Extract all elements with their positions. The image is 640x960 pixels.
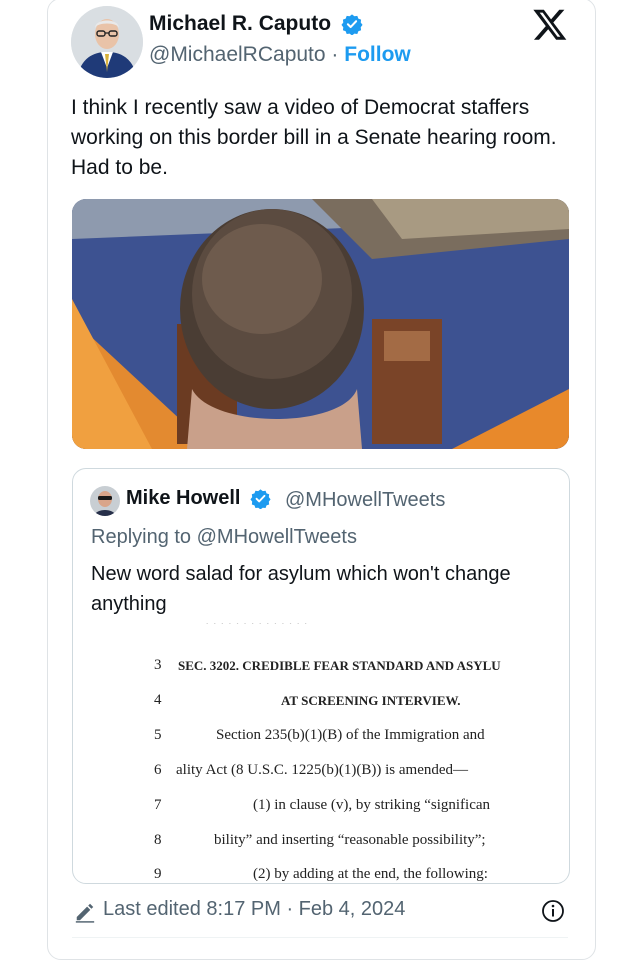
line-number: 7 — [154, 797, 162, 813]
quoted-document-image[interactable]: · · · · · · · · · · · · · · 3 SEC. 3202.… — [75, 623, 567, 881]
video-still-image — [72, 199, 569, 449]
verified-badge-icon — [341, 14, 363, 36]
line-number: 6 — [154, 762, 162, 778]
last-edited-link[interactable]: Last edited 8:17 PM · Feb 4, 2024 — [103, 898, 405, 921]
line-number: 8 — [154, 832, 162, 848]
info-icon[interactable] — [541, 899, 565, 923]
tweet-text: I think I recently saw a video of Democr… — [71, 96, 557, 179]
document-line: (1) in clause (v), by striking “signific… — [253, 797, 491, 813]
cropped-line-fragment: · · · · · · · · · · · · · · — [205, 623, 308, 631]
author-name-row[interactable]: Michael R. Caputo — [149, 12, 363, 36]
footer-divider — [72, 937, 568, 938]
document-line: (2) by adding at the end, the following: — [253, 866, 488, 881]
author-avatar[interactable] — [71, 6, 143, 78]
document-line: AT SCREENING INTERVIEW. — [281, 693, 461, 708]
x-logo-icon[interactable] — [532, 6, 568, 42]
pencil-icon — [75, 903, 95, 923]
quoted-author-name-row[interactable]: Mike Howell — [126, 487, 271, 510]
quoted-reply-context[interactable]: Replying to @MHowellTweets — [91, 526, 357, 549]
line-number: 9 — [154, 866, 162, 881]
tweet-media[interactable] — [72, 199, 569, 449]
quoted-tweet[interactable]: Mike Howell @MHowellTweets Replying to @… — [72, 468, 570, 884]
handle-row: @MichaelRCaputo · Follow — [149, 43, 411, 67]
quoted-tweet-text: New word salad for asylum which won't ch… — [91, 563, 511, 615]
quoted-author-name[interactable]: Mike Howell — [126, 487, 240, 509]
verified-badge-icon — [250, 489, 271, 510]
line-number: 4 — [154, 692, 162, 708]
line-number: 3 — [154, 657, 162, 673]
quoted-author-avatar[interactable] — [90, 486, 120, 516]
author-handle[interactable]: @MichaelRCaputo — [149, 43, 326, 66]
author-name[interactable]: Michael R. Caputo — [149, 12, 331, 35]
line-number: 5 — [154, 727, 162, 743]
follow-button[interactable]: Follow — [344, 43, 411, 66]
document-line: ality Act (8 U.S.C. 1225(b)(1)(B)) is am… — [176, 762, 469, 778]
document-line: bility” and inserting “reasonable possib… — [214, 832, 486, 848]
document-line: SEC. 3202. CREDIBLE FEAR STANDARD AND AS… — [178, 658, 501, 673]
quoted-author-handle[interactable]: @MHowellTweets — [285, 489, 445, 512]
separator-dot: · — [331, 43, 339, 66]
document-line: Section 235(b)(1)(B) of the Immigration … — [216, 727, 485, 743]
tweet-footer: Last edited 8:17 PM · Feb 4, 2024 — [72, 897, 568, 929]
